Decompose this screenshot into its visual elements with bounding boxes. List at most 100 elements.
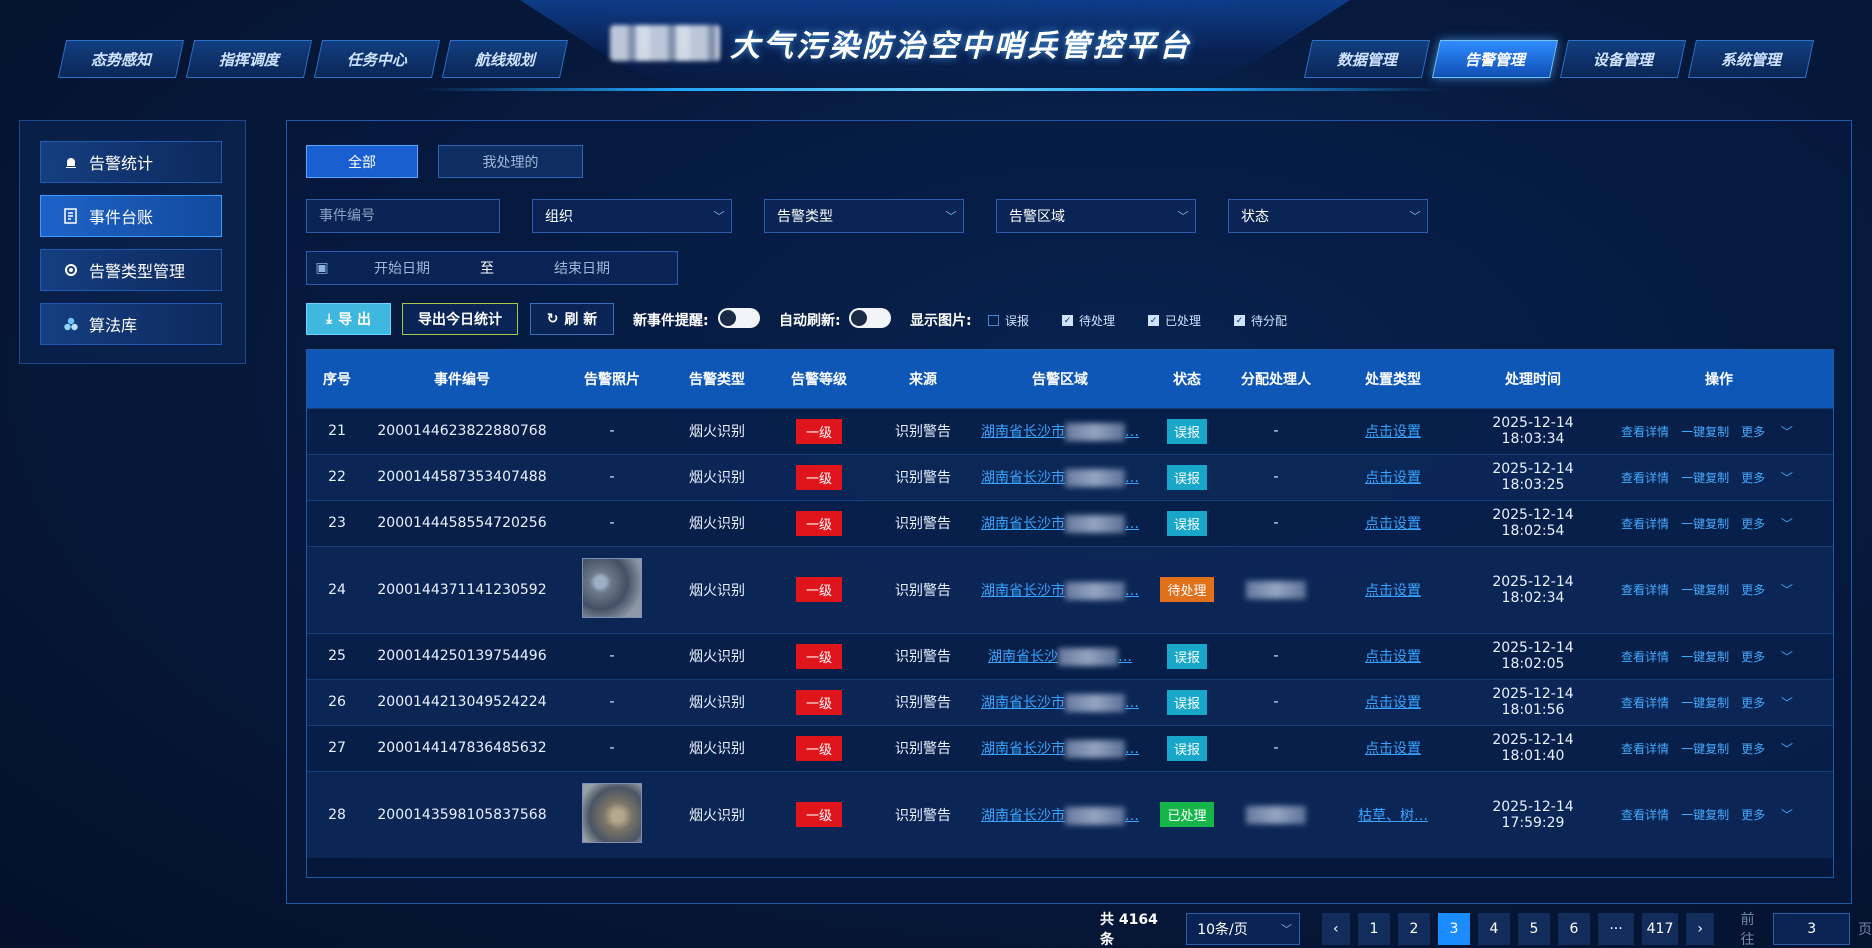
goto-page-input[interactable]: 3 [1773, 913, 1851, 945]
export-today-button[interactable]: 导出今日统计 [402, 303, 518, 335]
copy-link[interactable]: 一键复制 [1681, 471, 1729, 485]
event-number-field[interactable] [306, 199, 500, 233]
more-dropdown[interactable]: 更多 ﹀ [1741, 425, 1805, 439]
page-number-button[interactable]: 6 [1558, 913, 1590, 945]
page-number-button[interactable]: 4 [1478, 913, 1510, 945]
handle-type-link[interactable]: 枯草、树… [1358, 808, 1428, 824]
view-detail-link[interactable]: 查看详情 [1621, 471, 1669, 485]
more-dropdown[interactable]: 更多 ﹀ [1741, 517, 1805, 531]
handle-type-link[interactable]: 点击设置 [1365, 741, 1421, 757]
tab-mine[interactable]: 我处理的 [438, 145, 583, 178]
new-event-reminder-toggle[interactable] [718, 308, 760, 328]
area-link[interactable]: 湖南省长沙市 [981, 516, 1065, 532]
area-link[interactable]: 湖南省长沙市 [981, 583, 1065, 599]
area-link[interactable]: 湖南省长沙市 [981, 808, 1065, 824]
alarm-type-select[interactable]: 告警类型 ﹀ [764, 199, 964, 233]
start-date-input[interactable]: 开始日期 [337, 258, 467, 278]
page-number-button[interactable]: 3 [1438, 913, 1470, 945]
filter-check-false-alarm[interactable]: 误报 [988, 312, 1029, 329]
cell-status: 误报 [1145, 678, 1229, 725]
copy-link[interactable]: 一键复制 [1681, 808, 1729, 822]
handle-type-link[interactable]: 点击设置 [1365, 583, 1421, 599]
more-dropdown[interactable]: 更多 ﹀ [1741, 471, 1805, 485]
cell-type: 烟火识别 [667, 724, 767, 771]
view-detail-link[interactable]: 查看详情 [1621, 425, 1669, 439]
view-detail-link[interactable]: 查看详情 [1621, 583, 1669, 597]
view-detail-link[interactable]: 查看详情 [1621, 742, 1669, 756]
filter-check-processed[interactable]: ✓ 已处理 [1148, 312, 1201, 329]
handle-type-link[interactable]: 点击设置 [1365, 516, 1421, 532]
cell-type: 烟火识别 [667, 407, 767, 454]
copy-link[interactable]: 一键复制 [1681, 517, 1729, 531]
cell-status: 待处理 [1145, 545, 1229, 633]
date-range-picker[interactable]: ▣ 开始日期 至 结束日期 [306, 251, 678, 285]
refresh-icon: ↻ [546, 311, 559, 327]
cell-status: 误报 [1145, 407, 1229, 454]
copy-link[interactable]: 一键复制 [1681, 583, 1729, 597]
nav-situation[interactable]: 态势感知 [57, 40, 185, 78]
area-link[interactable]: 湖南省长沙 [988, 649, 1058, 665]
end-date-input[interactable]: 结束日期 [507, 258, 657, 278]
area-link[interactable]: 湖南省长沙市 [981, 741, 1065, 757]
copy-link[interactable]: 一键复制 [1681, 742, 1729, 756]
view-detail-link[interactable]: 查看详情 [1621, 517, 1669, 531]
cell-assignee: - [1229, 724, 1323, 771]
filter-check-pending[interactable]: ✓ 待处理 [1062, 312, 1115, 329]
more-dropdown[interactable]: 更多 ﹀ [1741, 696, 1805, 710]
alarm-photo-thumbnail[interactable] [582, 782, 642, 843]
nav-system-management[interactable]: 系统管理 [1687, 40, 1815, 78]
nav-device-management[interactable]: 设备管理 [1559, 40, 1687, 78]
org-select[interactable]: 组织 ﹀ [532, 199, 732, 233]
page-size-select[interactable]: 10条/页 ﹀ [1186, 913, 1300, 945]
alarm-area-select[interactable]: 告警区域 ﹀ [996, 199, 1196, 233]
page-number-button[interactable]: ··· [1598, 913, 1634, 945]
status-select[interactable]: 状态 ﹀ [1228, 199, 1428, 233]
sidebar-item-alarm-stats[interactable]: 告警统计 [40, 141, 222, 183]
copy-link[interactable]: 一键复制 [1681, 650, 1729, 664]
cell-area: 湖南省长沙市… [975, 453, 1145, 500]
more-dropdown[interactable]: 更多 ﹀ [1741, 583, 1805, 597]
area-link[interactable]: 湖南省长沙市 [981, 470, 1065, 486]
copy-link[interactable]: 一键复制 [1681, 696, 1729, 710]
page-number-button[interactable]: 2 [1398, 913, 1430, 945]
alarm-photo-thumbnail[interactable] [582, 557, 642, 618]
sidebar-item-alarm-type-management[interactable]: 告警类型管理 [40, 249, 222, 291]
filter-check-unassigned[interactable]: ✓ 待分配 [1234, 312, 1287, 329]
export-button[interactable]: ⤓ 导 出 [306, 303, 391, 335]
handle-type-link[interactable]: 点击设置 [1365, 695, 1421, 711]
blurred-logo [610, 25, 720, 61]
area-link[interactable]: 湖南省长沙市 [981, 424, 1065, 440]
tab-all[interactable]: 全部 [306, 145, 418, 178]
next-page-button[interactable]: › [1686, 913, 1715, 945]
page-number-button[interactable]: 1 [1358, 913, 1390, 945]
page-number-button[interactable]: 417 [1642, 913, 1678, 945]
copy-link[interactable]: 一键复制 [1681, 425, 1729, 439]
event-number-input[interactable] [319, 208, 499, 224]
nav-command[interactable]: 指挥调度 [185, 40, 313, 78]
refresh-button[interactable]: ↻ 刷 新 [530, 303, 614, 335]
handle-type-link[interactable]: 点击设置 [1365, 470, 1421, 486]
nav-route-planning[interactable]: 航线规划 [441, 40, 569, 78]
nav-task-center[interactable]: 任务中心 [313, 40, 441, 78]
page-number-button[interactable]: 5 [1518, 913, 1550, 945]
auto-refresh-toggle[interactable] [849, 308, 891, 328]
date-range-separator: 至 [480, 261, 494, 277]
nav-alarm-management[interactable]: 告警管理 [1431, 40, 1559, 78]
nav-data-management[interactable]: 数据管理 [1303, 40, 1431, 78]
handle-type-link[interactable]: 点击设置 [1365, 649, 1421, 665]
view-detail-link[interactable]: 查看详情 [1621, 696, 1669, 710]
cell-level: 一级 [767, 545, 871, 633]
sidebar-item-algorithm-library[interactable]: 算法库 [40, 303, 222, 345]
more-dropdown[interactable]: 更多 ﹀ [1741, 650, 1805, 664]
handle-type-link[interactable]: 点击设置 [1365, 424, 1421, 440]
view-detail-link[interactable]: 查看详情 [1621, 808, 1669, 822]
view-detail-link[interactable]: 查看详情 [1621, 650, 1669, 664]
sidebar-item-event-ledger[interactable]: 事件台账 [40, 195, 222, 237]
prev-page-button[interactable]: ‹ [1321, 913, 1350, 945]
more-dropdown[interactable]: 更多 ﹀ [1741, 808, 1805, 822]
chevron-down-icon: ﹀ [1780, 470, 1793, 485]
cell-photo: - [557, 407, 667, 454]
area-link[interactable]: 湖南省长沙市 [981, 695, 1065, 711]
more-dropdown[interactable]: 更多 ﹀ [1741, 742, 1805, 756]
chevron-left-icon: ‹ [1332, 921, 1339, 937]
